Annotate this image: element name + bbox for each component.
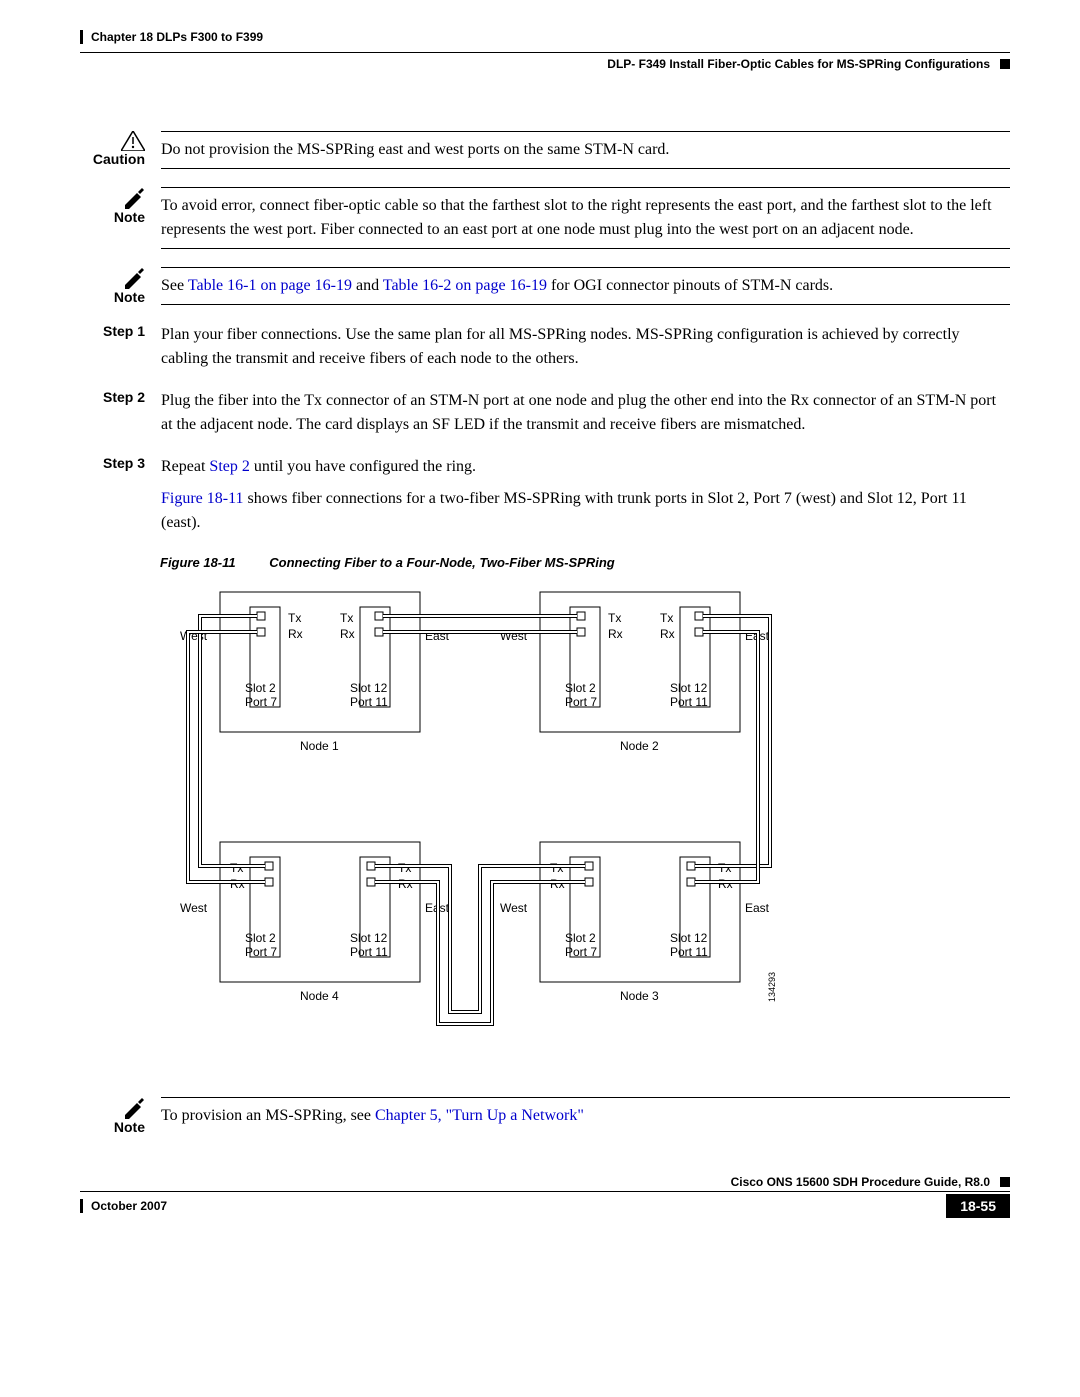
svg-text:Port 11: Port 11: [350, 945, 388, 959]
step-label: Step 3: [80, 455, 145, 535]
svg-text:134293: 134293: [767, 972, 777, 1002]
svg-text:Port 7: Port 7: [565, 695, 597, 709]
figure-title: Connecting Fiber to a Four-Node, Two-Fib…: [269, 555, 614, 570]
svg-text:Node 4: Node 4: [300, 989, 339, 1003]
link-table-16-1[interactable]: Table 16-1 on page 16-19: [188, 277, 352, 294]
svg-text:Rx: Rx: [340, 627, 355, 641]
note-label: Note: [80, 209, 145, 225]
note-label: Note: [80, 289, 145, 305]
page-subheader: DLP- F349 Install Fiber-Optic Cables for…: [80, 57, 1010, 71]
svg-text:Tx: Tx: [608, 611, 621, 625]
figure-number: Figure 18-11: [160, 555, 236, 570]
svg-text:Port 11: Port 11: [670, 945, 708, 959]
figure-caption: Figure 18-11 Connecting Fiber to a Four-…: [160, 555, 1010, 570]
link-figure-18-11[interactable]: Figure 18-11: [161, 490, 244, 507]
svg-text:Node 1: Node 1: [300, 739, 339, 753]
svg-text:Slot 2: Slot 2: [565, 931, 596, 945]
header-chapter: Chapter 18 DLPs F300 to F399: [80, 30, 263, 44]
step-block: Step 1 Plan your fiber connections. Use …: [80, 323, 1010, 371]
svg-text:Tx: Tx: [660, 611, 673, 625]
pen-icon: [80, 1097, 145, 1119]
step-block: Step 3 Repeat Step 2 until you have conf…: [80, 455, 1010, 535]
header-section: DLP- F349 Install Fiber-Optic Cables for…: [607, 57, 1010, 71]
footer-guide: Cisco ONS 15600 SDH Procedure Guide, R8.…: [731, 1175, 990, 1189]
svg-text:Slot 12: Slot 12: [670, 681, 708, 695]
document-page: Chapter 18 DLPs F300 to F399 DLP- F349 I…: [0, 0, 1080, 1248]
svg-text:Node 2: Node 2: [620, 739, 659, 753]
note3-text: To provision an MS-SPRing, see Chapter 5…: [161, 1097, 1010, 1135]
svg-text:Node 3: Node 3: [620, 989, 659, 1003]
caution-icon: [80, 131, 145, 151]
note-block: Note To provision an MS-SPRing, see Chap…: [80, 1097, 1010, 1135]
svg-text:Rx: Rx: [288, 627, 303, 641]
pen-icon: [80, 267, 145, 289]
caution-text: Do not provision the MS-SPRing east and …: [161, 131, 1010, 169]
svg-text:Slot 2: Slot 2: [565, 681, 596, 695]
svg-text:Port 7: Port 7: [245, 695, 277, 709]
page-header: Chapter 18 DLPs F300 to F399: [80, 30, 1010, 44]
svg-text:Rx: Rx: [608, 627, 623, 641]
step2-text: Plug the fiber into the Tx connector of …: [161, 389, 1010, 437]
caution-block: Caution Do not provision the MS-SPRing e…: [80, 131, 1010, 169]
link-chapter-5[interactable]: Chapter 5, "Turn Up a Network": [375, 1107, 584, 1124]
svg-text:Tx: Tx: [340, 611, 353, 625]
svg-text:Slot 12: Slot 12: [350, 681, 388, 695]
ring-diagram: Tx Rx Tx Rx West East Slot 2 Port 7 Slot…: [160, 582, 1010, 1067]
svg-text:Port 7: Port 7: [565, 945, 597, 959]
note-block: Note See Table 16-1 on page 16-19 and Ta…: [80, 267, 1010, 305]
step1-text: Plan your fiber connections. Use the sam…: [161, 323, 1010, 371]
link-step-2[interactable]: Step 2: [209, 458, 249, 475]
svg-text:West: West: [500, 901, 528, 915]
svg-text:Slot 12: Slot 12: [350, 931, 388, 945]
header-rule: [80, 52, 1010, 53]
note-block: Note To avoid error, connect fiber-optic…: [80, 187, 1010, 249]
link-table-16-2[interactable]: Table 16-2 on page 16-19: [383, 277, 547, 294]
svg-text:Tx: Tx: [288, 611, 301, 625]
note1-text: To avoid error, connect fiber-optic cabl…: [161, 187, 1010, 249]
step-label: Step 1: [80, 323, 145, 371]
step-block: Step 2 Plug the fiber into the Tx connec…: [80, 389, 1010, 437]
svg-text:Port 11: Port 11: [670, 695, 708, 709]
caution-label: Caution: [80, 151, 145, 167]
note-label: Note: [80, 1119, 145, 1135]
svg-text:Slot 2: Slot 2: [245, 931, 276, 945]
pen-icon: [80, 187, 145, 209]
svg-text:Slot 12: Slot 12: [670, 931, 708, 945]
footer-date: October 2007: [80, 1199, 167, 1213]
svg-text:Slot 2: Slot 2: [245, 681, 276, 695]
svg-text:East: East: [745, 901, 770, 915]
note2-text: See Table 16-1 on page 16-19 and Table 1…: [161, 267, 1010, 305]
step3-text: Repeat Step 2 until you have configured …: [161, 455, 1010, 535]
step-label: Step 2: [80, 389, 145, 437]
page-footer: Cisco ONS 15600 SDH Procedure Guide, R8.…: [80, 1175, 1010, 1218]
svg-text:Port 11: Port 11: [350, 695, 388, 709]
page-number: 18-55: [946, 1194, 1010, 1218]
svg-text:Rx: Rx: [660, 627, 675, 641]
svg-text:Port 7: Port 7: [245, 945, 277, 959]
svg-text:West: West: [180, 901, 208, 915]
